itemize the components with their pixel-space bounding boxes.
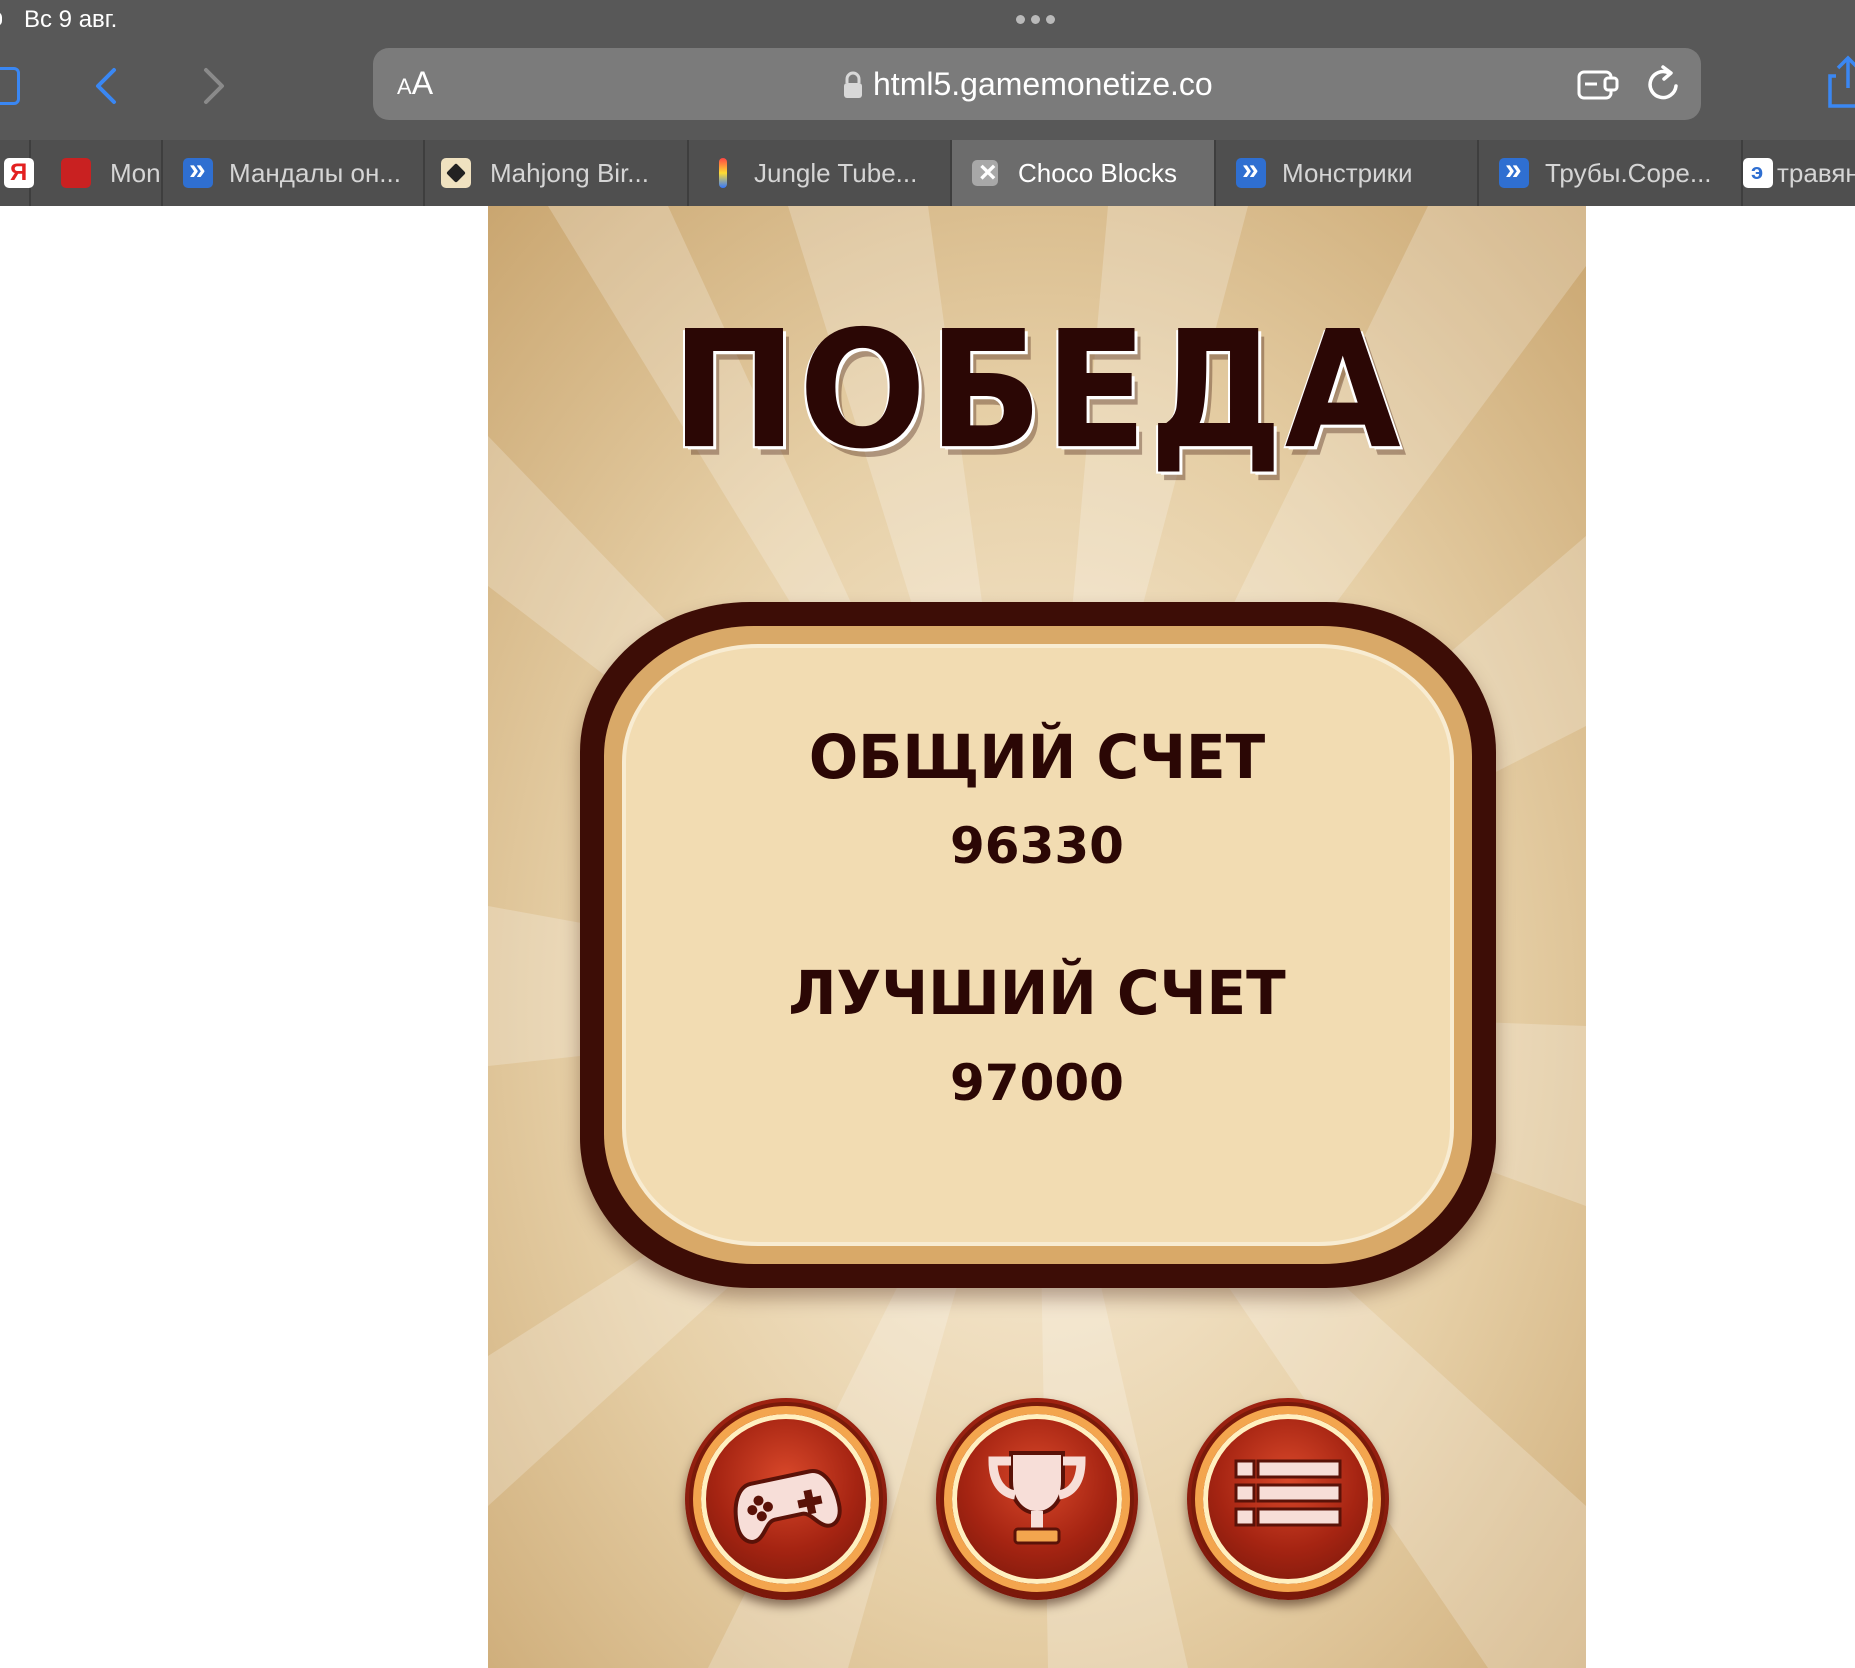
tab-label: Mon (110, 158, 161, 188)
best-score-value: 97000 (950, 1054, 1124, 1112)
tab-label: Mahjong Bir... (490, 158, 649, 188)
total-score-label: ОБЩИЙ СЧЕТ (808, 721, 1266, 793)
score-panel (580, 602, 1496, 1288)
reader-view-button[interactable]: AA (397, 65, 433, 108)
tab-monster[interactable]: Mon (31, 140, 163, 206)
monster-icon (61, 158, 91, 188)
mahjong-icon (441, 158, 471, 188)
browser-toolbar: AA html5.gamemonetize.co (0, 40, 1855, 140)
game-canvas[interactable]: ПОБЕДА ОБЩИЙ СЧЕТ 96330 ЛУЧШИЙ СЧЕТ 9700… (488, 206, 1586, 1668)
round-icon (1743, 158, 1773, 188)
trophy-icon (988, 1451, 1086, 1545)
tab-monstriki[interactable]: Монстрики (1216, 140, 1479, 206)
chevron-left-icon (96, 68, 116, 104)
tab-label: травян (1777, 158, 1855, 188)
reader-big-a: A (411, 65, 434, 101)
app-icon (1236, 153, 1266, 188)
back-button[interactable] (86, 62, 130, 110)
close-icon[interactable] (972, 156, 998, 190)
tab-bar: Mon Мандалы он... Mahjong Bir... Jungle … (0, 140, 1855, 206)
app-icon (1499, 153, 1529, 188)
yandex-icon (4, 158, 34, 188)
tab-label: Мандалы он... (229, 158, 401, 188)
gamepad-icon (733, 1469, 842, 1544)
list-icon (1234, 1459, 1342, 1527)
tab-travyan[interactable]: травян (1743, 140, 1855, 206)
tab-choco-blocks[interactable]: Choco Blocks (952, 140, 1216, 206)
sidebar-icon[interactable] (0, 67, 20, 105)
address-bar[interactable]: AA html5.gamemonetize.co (373, 48, 1701, 120)
total-score-value: 96330 (950, 817, 1124, 875)
tab-mandaly[interactable]: Мандалы он... (163, 140, 425, 206)
tab-label: Choco Blocks (1018, 158, 1177, 188)
extension-icon[interactable] (1575, 64, 1621, 104)
share-icon[interactable] (1826, 54, 1855, 110)
tab-label: Jungle Tube... (754, 158, 918, 188)
tab-truby[interactable]: Трубы.Соре... (1479, 140, 1743, 206)
forward-button[interactable] (190, 62, 234, 110)
reload-icon[interactable] (1643, 62, 1685, 106)
tab-yandex[interactable] (0, 140, 34, 206)
app-icon (183, 153, 213, 188)
tab-label: Трубы.Соре... (1545, 158, 1712, 188)
status-date: Вс 9 авг. (24, 6, 118, 33)
chevron-right-icon (204, 68, 224, 104)
tab-mahjong[interactable]: Mahjong Bir... (425, 140, 689, 206)
victory-title: ПОБЕДА (671, 297, 1403, 485)
url-text[interactable]: html5.gamemonetize.co (873, 64, 1213, 104)
status-bar: Вс 9 авг. (0, 0, 1855, 40)
tube-icon (719, 158, 727, 188)
play-again-button[interactable] (685, 1398, 887, 1600)
status-edge-indicator (0, 12, 2, 26)
tab-jungle-tube[interactable]: Jungle Tube... (689, 140, 952, 206)
multitasking-dots[interactable] (1016, 15, 1055, 24)
lock-icon (844, 71, 862, 98)
best-score-label: ЛУЧШИЙ СЧЕТ (788, 957, 1286, 1029)
tab-label: Монстрики (1282, 158, 1413, 188)
reader-small-a: A (397, 74, 412, 99)
leaderboard-button[interactable] (936, 1398, 1138, 1600)
menu-button[interactable] (1187, 1398, 1389, 1600)
